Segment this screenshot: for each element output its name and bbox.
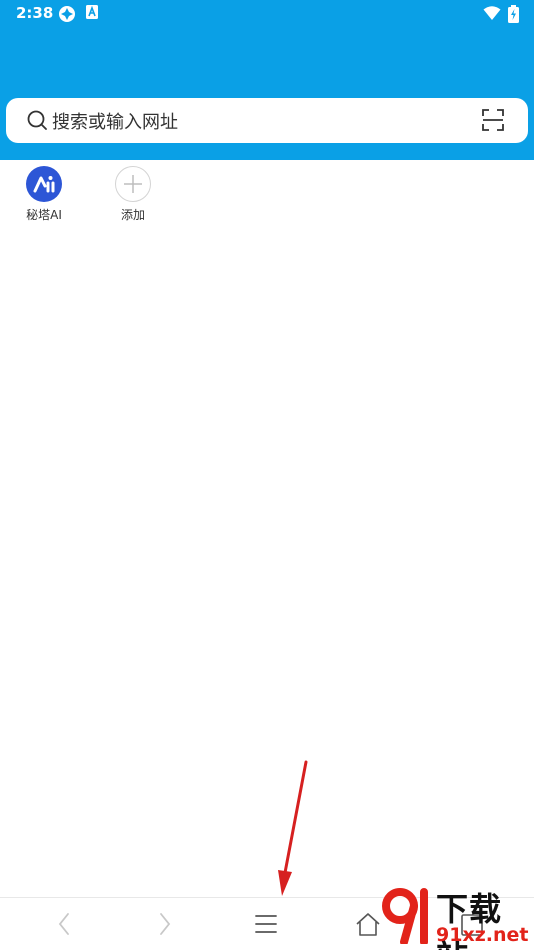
shortcut-mita-ai[interactable]: 秘塔AI [9,166,79,226]
add-icon [115,166,151,202]
status-time: 2:38 [16,4,54,22]
scan-icon[interactable] [481,108,505,132]
wifi-icon [483,6,501,20]
loader-icon [59,6,75,22]
search-bar[interactable]: 搜索或输入网址 [6,98,528,143]
search-input[interactable]: 搜索或输入网址 [52,108,178,134]
watermark: 下载站 91xz.net [378,882,534,950]
browser-home-screen: 2:38 搜索或输入网址 秘塔AI 添加 下载 91xz.net [0,0,534,950]
search-icon [27,110,47,130]
watermark-url: 91xz.net [436,924,529,946]
annotation-arrow-icon [278,760,308,896]
forward-icon[interactable] [145,906,185,942]
menu-icon[interactable] [246,906,286,942]
shortcut-add[interactable]: 添加 [98,166,168,226]
a-notification-icon [86,5,98,19]
shortcut-label: 秘塔AI [26,208,62,222]
header: 2:38 搜索或输入网址 [0,0,534,160]
battery-charging-icon [508,5,519,23]
watermark-logo-icon [382,888,428,944]
mita-ai-logo-icon [26,166,62,202]
shortcut-label: 添加 [120,208,145,222]
back-icon[interactable] [44,906,84,942]
status-bar: 2:38 [0,0,534,28]
